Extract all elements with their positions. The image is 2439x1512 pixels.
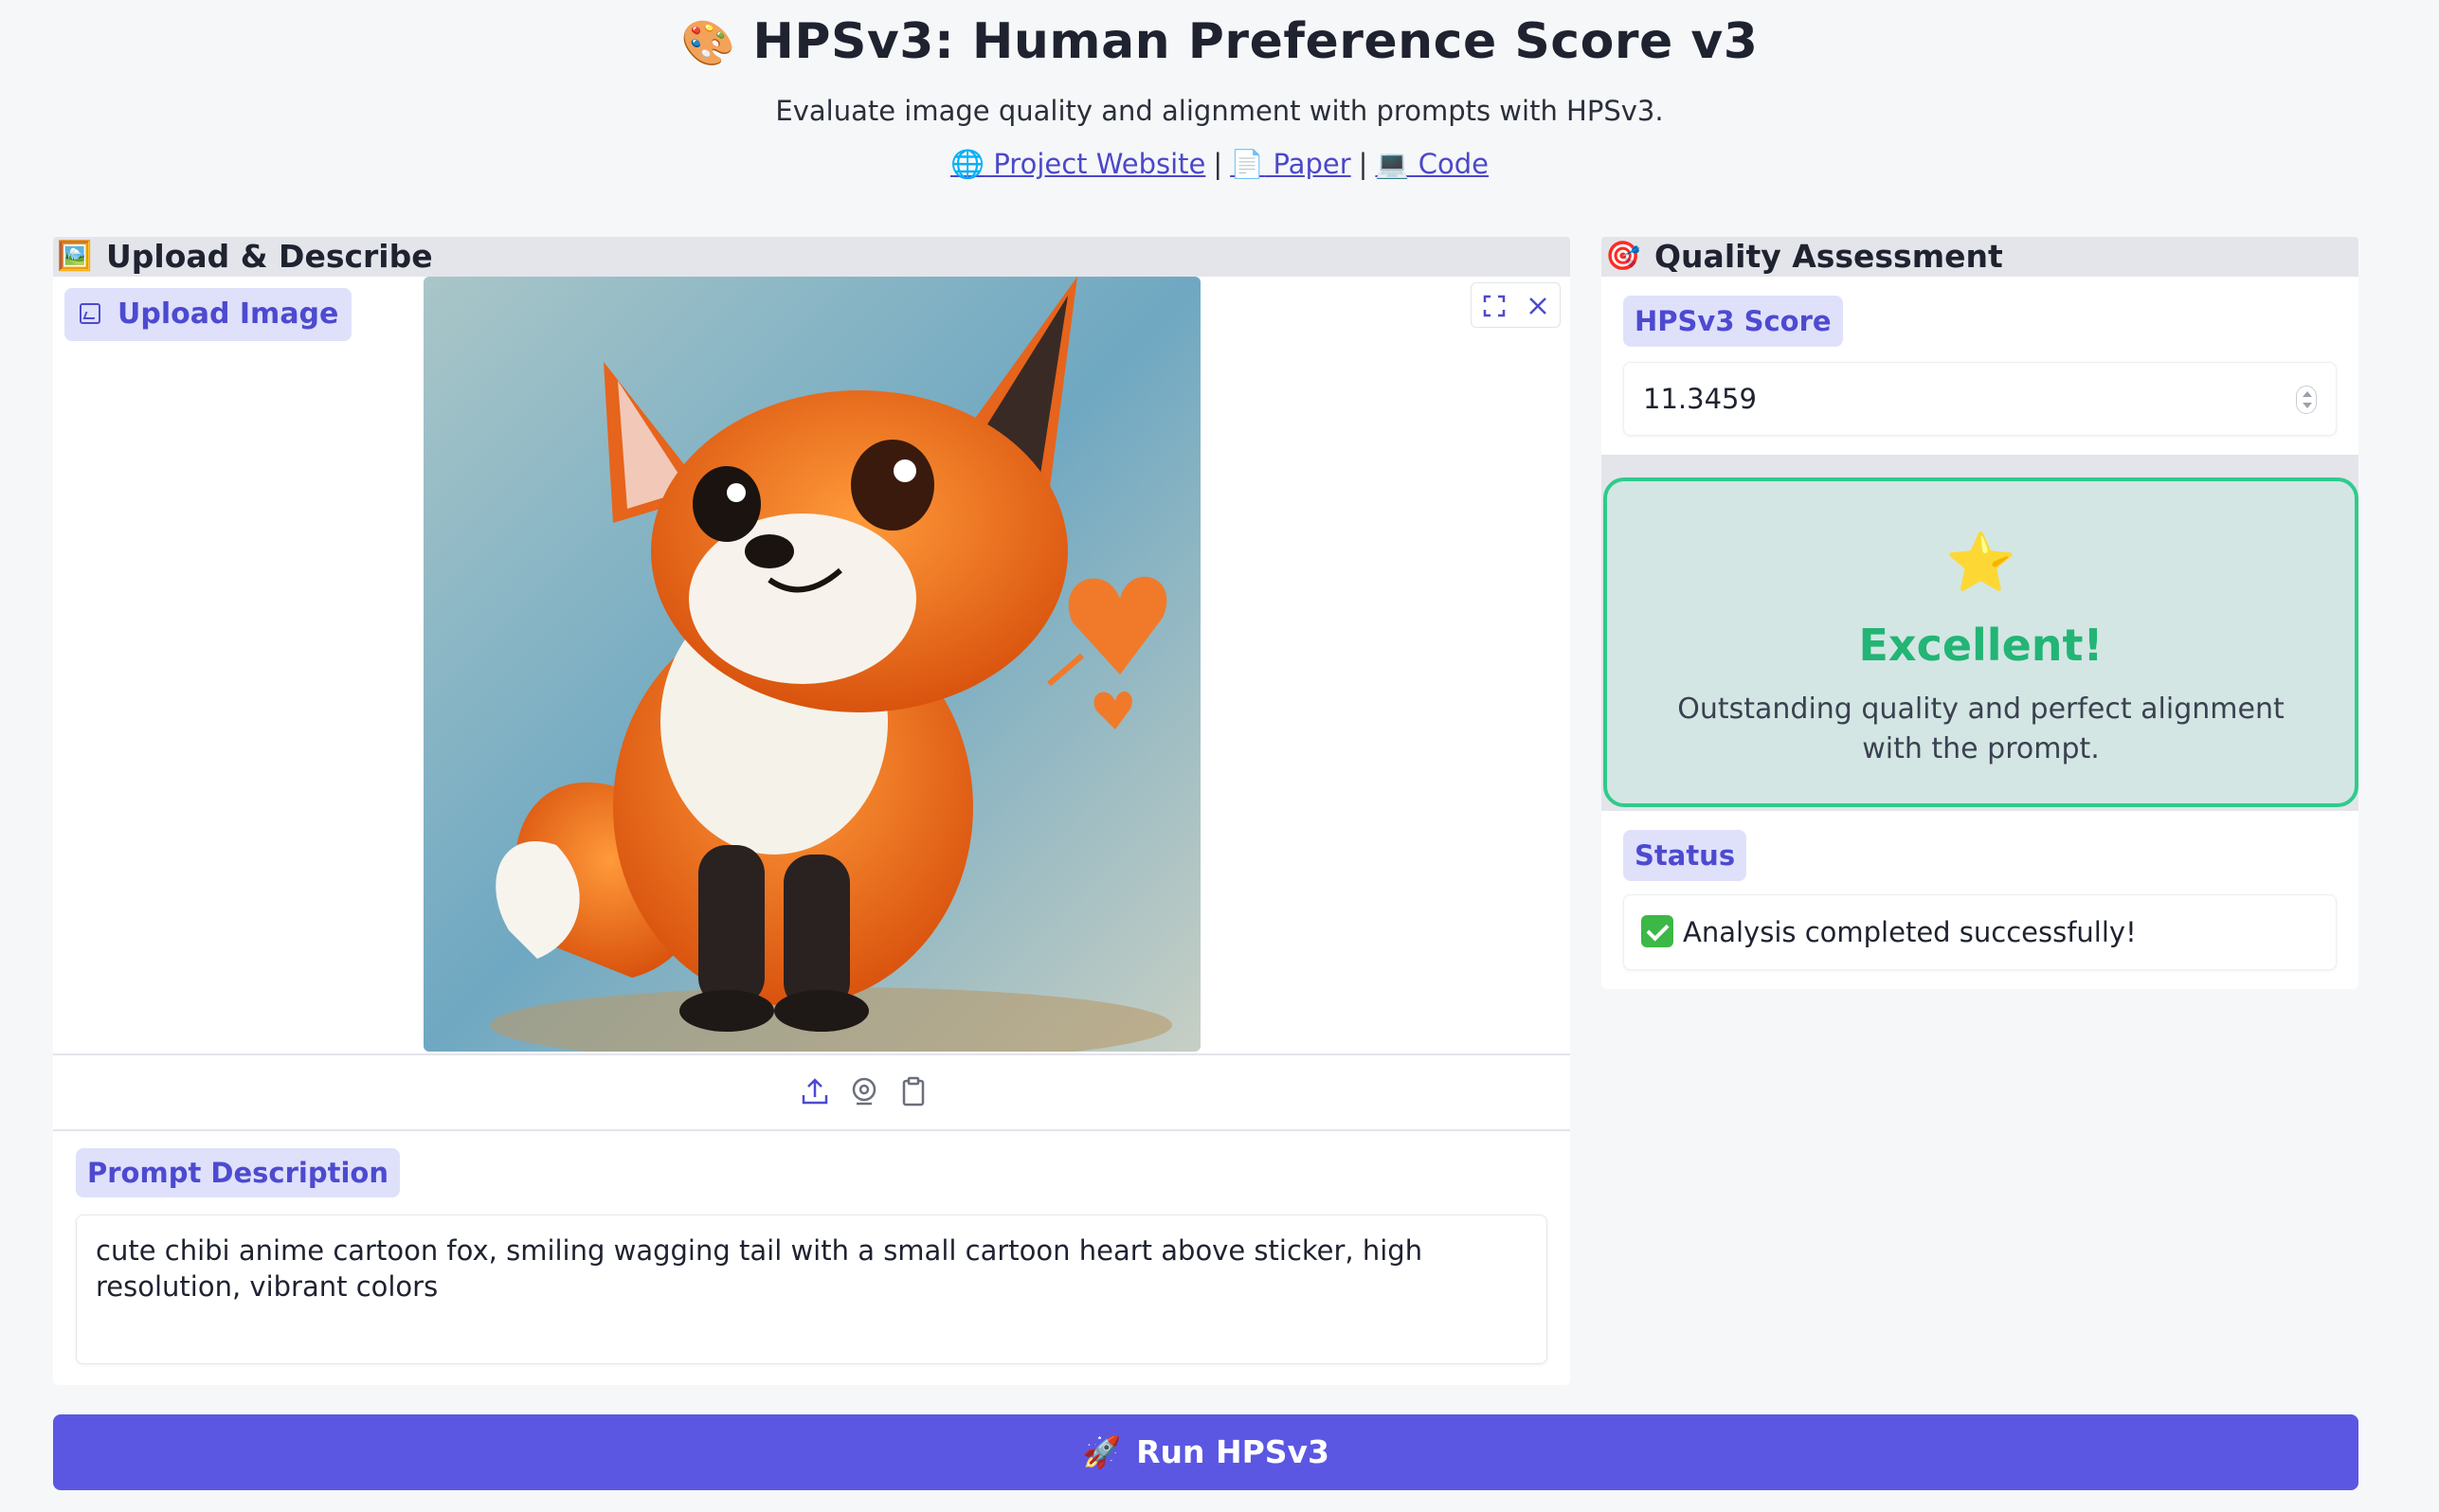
code-link[interactable]: 💻 Code <box>1375 148 1489 180</box>
star-icon: ⭐ <box>1945 530 2016 596</box>
globe-icon: 🌐 <box>950 148 985 180</box>
image-tools <box>1471 282 1561 328</box>
run-button[interactable]: 🚀 Run HPSv3 <box>53 1414 2358 1490</box>
uploaded-image[interactable] <box>424 277 1201 1052</box>
quality-assessment-panel: 🎯 Quality Assessment HPSv3 Score 11.3459… <box>1601 237 2358 989</box>
close-icon[interactable] <box>1523 291 1553 321</box>
rocket-icon: 🚀 <box>1081 1433 1122 1470</box>
fox-illustration <box>424 277 1201 1052</box>
project-website-link[interactable]: 🌐 Project Website <box>950 148 1205 180</box>
webcam-icon[interactable] <box>847 1074 881 1108</box>
upload-panel-header: 🖼️ Upload & Describe <box>53 237 1570 277</box>
image-divider <box>53 1053 1570 1055</box>
result-description: Outstanding quality and perfect alignmen… <box>1677 693 2285 765</box>
status-label: Status <box>1623 830 1747 881</box>
paper-link[interactable]: 📄 Paper <box>1230 148 1350 180</box>
picture-icon: 🖼️ <box>57 240 93 273</box>
image-source-icons <box>745 1074 925 1112</box>
palette-icon: 🎨 <box>680 17 736 68</box>
page-subtitle: Evaluate image quality and alignment wit… <box>775 95 1664 127</box>
prompt-description-label: Prompt Description <box>76 1148 400 1197</box>
source-divider <box>53 1129 1570 1131</box>
number-spinner[interactable] <box>2296 386 2317 414</box>
score-field[interactable]: 11.3459 <box>1623 362 2337 436</box>
clipboard-icon[interactable] <box>896 1074 930 1108</box>
check-icon <box>1641 915 1673 947</box>
document-icon: 📄 <box>1230 148 1265 180</box>
assessment-panel-header: 🎯 Quality Assessment <box>1601 237 2358 277</box>
target-icon: 🎯 <box>1605 240 1641 273</box>
prompt-textarea[interactable]: cute chibi anime cartoon fox, smiling wa… <box>76 1215 1547 1364</box>
upload-image-label: Upload Image <box>64 288 352 341</box>
header-links: 🌐 Project Website | 📄 Paper | 💻 Code <box>950 148 1489 180</box>
result-headline: Excellent! <box>1858 620 2104 671</box>
laptop-icon: 💻 <box>1375 148 1410 180</box>
image-icon <box>80 303 100 324</box>
status-field: Analysis completed successfully! <box>1623 894 2337 970</box>
fullscreen-icon[interactable] <box>1479 291 1509 321</box>
result-card: ⭐ Excellent! Outstanding quality and per… <box>1603 477 2358 807</box>
page-title: 🎨 HPSv3: Human Preference Score v3 <box>680 13 1759 70</box>
upload-icon[interactable] <box>798 1074 832 1108</box>
upload-describe-panel: 🖼️ Upload & Describe Upload Image Prompt… <box>53 237 1570 1385</box>
score-label: HPSv3 Score <box>1623 296 1843 347</box>
